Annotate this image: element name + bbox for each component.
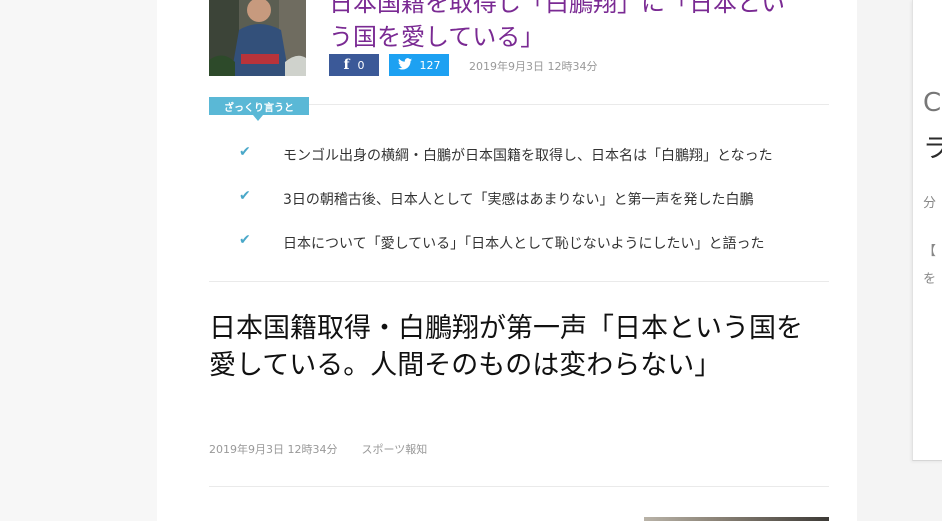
summary-list: ✔ モンゴル出身の横綱・白鵬が日本国籍を取得し、日本名は「白鵬翔」となった ✔ … — [209, 140, 829, 272]
article-source[interactable]: スポーツ報知 — [361, 441, 427, 457]
side-widget-glyph: C — [923, 88, 942, 118]
twitter-share-button[interactable]: 127 — [389, 54, 449, 76]
side-widget-glyph: ラ — [923, 134, 942, 164]
check-icon: ✔ — [239, 188, 251, 204]
related-title-line: 日本国籍を取得し「白鵬翔」に「日本とい — [329, 0, 785, 17]
side-widget-glyph: を — [923, 272, 937, 287]
article-title: 日本国籍取得・白鵬翔が第一声「日本という国を愛している。人間そのものは変わらない… — [209, 313, 803, 381]
summary-bottom-divider — [209, 281, 829, 282]
summary-item: ✔ 3日の朝稽古後、日本人として「実感はあまりない」と第一声を発した白鵬 — [209, 184, 829, 228]
article-image — [644, 517, 829, 521]
facebook-count: 0 — [357, 58, 365, 72]
twitter-count: 127 — [419, 58, 441, 72]
check-icon: ✔ — [239, 144, 251, 160]
related-article-date: 2019年9月3日 12時34分 — [469, 60, 598, 73]
facebook-icon: f — [343, 57, 350, 73]
related-article-title[interactable]: 日本国籍を取得し「白鵬翔」に「日本とい う国を愛している」 — [329, 0, 829, 54]
article-meta: 2019年9月3日 12時34分 スポーツ報知 — [209, 441, 427, 457]
twitter-icon — [397, 57, 412, 73]
summary-item-text: 日本について「愛している」「日本人として恥じないようにしたい」と語った — [283, 236, 765, 252]
side-widget-glyph: 分 — [923, 196, 937, 211]
summary-badge: ざっくり言うと — [209, 97, 309, 115]
article-divider — [209, 486, 829, 487]
side-widget[interactable]: C ラ 分 【 を — [912, 0, 942, 461]
summary-badge-tail — [253, 115, 263, 121]
summary-item-text: モンゴル出身の横綱・白鵬が日本国籍を取得し、日本名は「白鵬翔」となった — [283, 148, 773, 164]
summary-item-text: 3日の朝稽古後、日本人として「実感はあまりない」と第一声を発した白鵬 — [283, 192, 754, 208]
related-article-thumbnail[interactable] — [209, 0, 306, 76]
facebook-share-button[interactable]: f 0 — [329, 54, 379, 76]
check-icon: ✔ — [239, 232, 251, 248]
right-gutter — [857, 0, 913, 521]
left-gutter — [0, 0, 157, 521]
article-date: 2019年9月3日 12時34分 — [209, 443, 338, 456]
summary-item: ✔ 日本について「愛している」「日本人として恥じないようにしたい」と語った — [209, 228, 829, 272]
related-title-line: う国を愛している」 — [329, 23, 545, 51]
summary-item: ✔ モンゴル出身の横綱・白鵬が日本国籍を取得し、日本名は「白鵬翔」となった — [209, 140, 829, 184]
side-widget-glyph: 【 — [923, 244, 937, 259]
